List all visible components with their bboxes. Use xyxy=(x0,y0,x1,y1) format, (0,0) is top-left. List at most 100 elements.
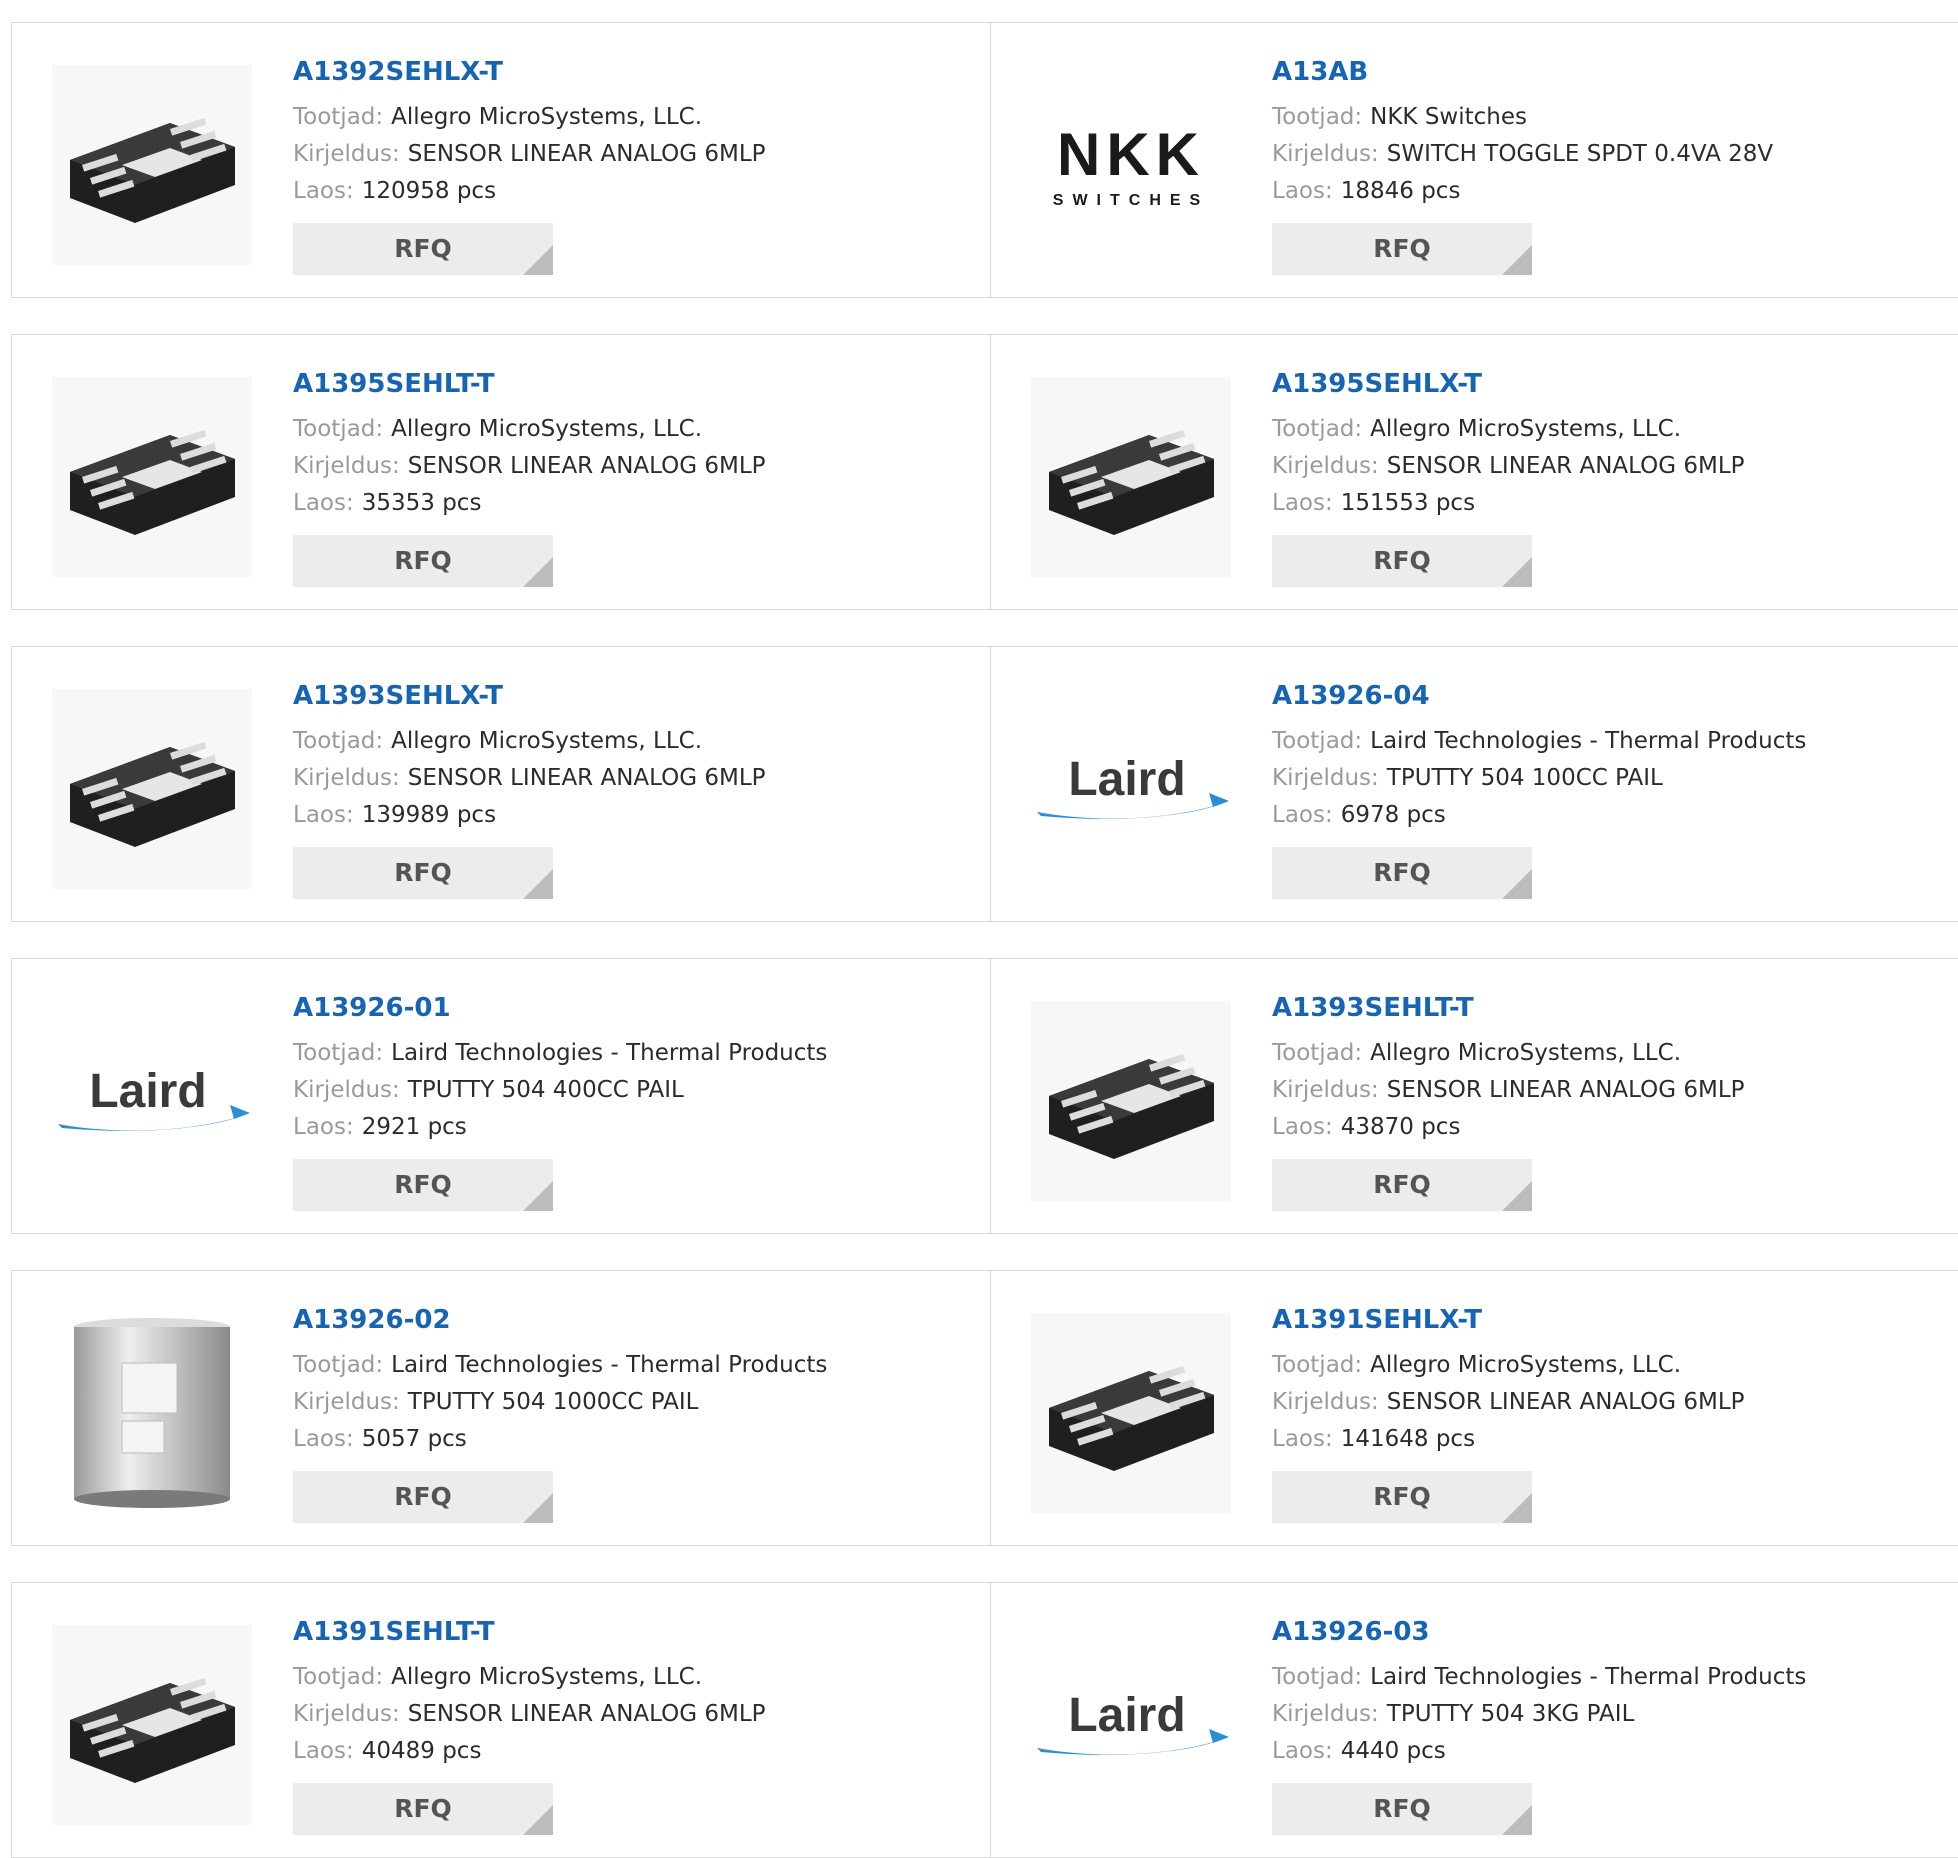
stock-row: Laos: 139989 pcs xyxy=(293,797,980,834)
product-image[interactable] xyxy=(52,65,252,265)
description-label: Kirjeldus: xyxy=(1272,141,1379,167)
description-row: Kirjeldus: SENSOR LINEAR ANALOG 6MLP xyxy=(293,448,980,485)
svg-text:Laird: Laird xyxy=(89,1065,206,1118)
stock-row: Laos: 141648 pcs xyxy=(1272,1421,1948,1458)
nkk-logo-text: NKK xyxy=(1057,121,1205,188)
product-image[interactable] xyxy=(52,1313,252,1513)
stock-row: Laos: 2921 pcs xyxy=(293,1109,980,1146)
stock-value: 141648 pcs xyxy=(1340,1426,1476,1452)
manufacturer-value: Allegro MicroSystems, LLC. xyxy=(1370,416,1682,442)
description-value: SENSOR LINEAR ANALOG 6MLP xyxy=(1386,1077,1745,1103)
stock-label: Laos: xyxy=(293,1114,354,1140)
product-image[interactable] xyxy=(1031,1001,1231,1201)
corner-triangle-icon xyxy=(1502,557,1532,587)
rfq-button[interactable]: RFQ xyxy=(293,1783,553,1835)
part-number-link[interactable]: A1395SEHLT-T xyxy=(293,365,980,403)
manufacturer-row: Tootjad: Laird Technologies - Thermal Pro… xyxy=(293,1035,980,1072)
manufacturer-row: Tootjad: Allegro MicroSystems, LLC. xyxy=(1272,1347,1948,1384)
part-number-link[interactable]: A13926-01 xyxy=(293,989,980,1027)
rfq-button[interactable]: RFQ xyxy=(1272,1471,1532,1523)
rfq-button[interactable]: RFQ xyxy=(1272,535,1532,587)
description-value: TPUTTY 504 1000CC PAIL xyxy=(407,1389,699,1415)
stock-value: 5057 pcs xyxy=(361,1426,467,1452)
product-image[interactable]: Laird xyxy=(52,1001,252,1201)
product-image[interactable]: Laird xyxy=(1031,1625,1231,1825)
stock-label: Laos: xyxy=(1272,1426,1333,1452)
manufacturer-value: Allegro MicroSystems, LLC. xyxy=(391,1664,703,1690)
part-number-link[interactable]: A1393SEHLX-T xyxy=(293,677,980,715)
corner-triangle-icon xyxy=(523,1181,553,1211)
manufacturer-row: Tootjad: Laird Technologies - Thermal Pro… xyxy=(1272,723,1948,760)
manufacturer-label: Tootjad: xyxy=(293,728,384,754)
part-number-link[interactable]: A13926-04 xyxy=(1272,677,1948,715)
description-row: Kirjeldus: SWITCH TOGGLE SPDT 0.4VA 28V xyxy=(1272,136,1948,173)
description-label: Kirjeldus: xyxy=(1272,1077,1379,1103)
product-image[interactable] xyxy=(1031,377,1231,577)
part-number-link[interactable]: A1395SEHLX-T xyxy=(1272,365,1948,403)
description-row: Kirjeldus: SENSOR LINEAR ANALOG 6MLP xyxy=(1272,1072,1948,1109)
stock-value: 18846 pcs xyxy=(1340,178,1461,204)
product-image[interactable]: NKK SWITCHES xyxy=(1031,65,1231,265)
product-image[interactable] xyxy=(52,1625,252,1825)
manufacturer-value: Allegro MicroSystems, LLC. xyxy=(391,104,703,130)
product-card: A1395SEHLX-T Tootjad: Allegro MicroSystems… xyxy=(990,334,1958,610)
manufacturer-label: Tootjad: xyxy=(1272,1040,1363,1066)
description-label: Kirjeldus: xyxy=(1272,1389,1379,1415)
rfq-button-label: RFQ xyxy=(1373,1170,1431,1199)
part-number-link[interactable]: A13926-02 xyxy=(293,1301,980,1339)
rfq-button[interactable]: RFQ xyxy=(293,535,553,587)
stock-value: 139989 pcs xyxy=(361,802,497,828)
part-number-link[interactable]: A1392SEHLX-T xyxy=(293,53,980,91)
stock-label: Laos: xyxy=(293,178,354,204)
manufacturer-label: Tootjad: xyxy=(1272,104,1363,130)
description-label: Kirjeldus: xyxy=(1272,453,1379,479)
part-number-link[interactable]: A13AB xyxy=(1272,53,1948,91)
manufacturer-label: Tootjad: xyxy=(293,416,384,442)
svg-text:Laird: Laird xyxy=(1068,1689,1185,1742)
description-label: Kirjeldus: xyxy=(293,1389,400,1415)
rfq-button[interactable]: RFQ xyxy=(1272,223,1532,275)
product-image[interactable]: Laird xyxy=(1031,689,1231,889)
rfq-button[interactable]: RFQ xyxy=(293,847,553,899)
manufacturer-value: Allegro MicroSystems, LLC. xyxy=(391,728,703,754)
rfq-button[interactable]: RFQ xyxy=(293,1471,553,1523)
rfq-button[interactable]: RFQ xyxy=(293,223,553,275)
manufacturer-value: Allegro MicroSystems, LLC. xyxy=(1370,1040,1682,1066)
product-image[interactable] xyxy=(52,377,252,577)
corner-triangle-icon xyxy=(523,869,553,899)
part-number-link[interactable]: A1391SEHLX-T xyxy=(1272,1301,1948,1339)
manufacturer-value: Laird Technologies - Thermal Products xyxy=(1370,728,1807,754)
description-label: Kirjeldus: xyxy=(1272,1701,1379,1727)
product-card: A1391SEHLT-T Tootjad: Allegro MicroSystems… xyxy=(11,1582,991,1858)
stock-label: Laos: xyxy=(1272,802,1333,828)
description-value: SWITCH TOGGLE SPDT 0.4VA 28V xyxy=(1386,141,1774,167)
part-number-link[interactable]: A1391SEHLT-T xyxy=(293,1613,980,1651)
rfq-button[interactable]: RFQ xyxy=(293,1159,553,1211)
rfq-button[interactable]: RFQ xyxy=(1272,1783,1532,1835)
stock-value: 120958 pcs xyxy=(361,178,497,204)
manufacturer-label: Tootjad: xyxy=(1272,728,1363,754)
rfq-button[interactable]: RFQ xyxy=(1272,1159,1532,1211)
product-image[interactable] xyxy=(1031,1313,1231,1513)
product-card: Laird A13926-03 Tootjad: Laird Technologies… xyxy=(990,1582,1958,1858)
rfq-button-label: RFQ xyxy=(394,858,452,887)
product-card: A1391SEHLX-T Tootjad: Allegro MicroSystems… xyxy=(990,1270,1958,1546)
rfq-button-label: RFQ xyxy=(394,1170,452,1199)
part-number-link[interactable]: A1393SEHLT-T xyxy=(1272,989,1948,1027)
stock-label: Laos: xyxy=(293,490,354,516)
stock-row: Laos: 43870 pcs xyxy=(1272,1109,1948,1146)
description-row: Kirjeldus: SENSOR LINEAR ANALOG 6MLP xyxy=(1272,1384,1948,1421)
description-row: Kirjeldus: SENSOR LINEAR ANALOG 6MLP xyxy=(293,136,980,173)
stock-value: 35353 pcs xyxy=(361,490,482,516)
rfq-button[interactable]: RFQ xyxy=(1272,847,1532,899)
stock-label: Laos: xyxy=(1272,1114,1333,1140)
manufacturer-row: Tootjad: NKK Switches xyxy=(1272,99,1948,136)
part-number-link[interactable]: A13926-03 xyxy=(1272,1613,1948,1651)
description-label: Kirjeldus: xyxy=(293,1701,400,1727)
product-image[interactable] xyxy=(52,689,252,889)
description-value: TPUTTY 504 400CC PAIL xyxy=(407,1077,684,1103)
stock-label: Laos: xyxy=(293,1738,354,1764)
product-card: A1393SEHLX-T Tootjad: Allegro MicroSystems… xyxy=(11,646,991,922)
rfq-button-label: RFQ xyxy=(394,546,452,575)
corner-triangle-icon xyxy=(523,245,553,275)
